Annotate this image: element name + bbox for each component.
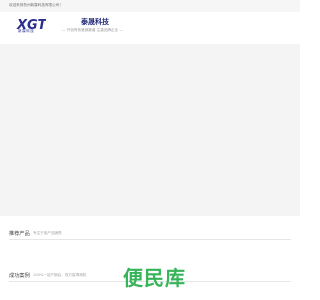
watermark-text: 便民库 (123, 266, 186, 290)
brand-name: 泰晟科技 (81, 18, 109, 26)
company-logo[interactable]: XGT (16, 16, 47, 38)
welcome-text: 欢迎来到杭州新霖科技有限公司！ (9, 3, 63, 7)
section-divider (9, 239, 291, 240)
logo-caption: 新霖科技 (18, 29, 35, 33)
products-section-subtitle: 专注于各产品销售 (33, 231, 62, 235)
products-section-title[interactable]: 推荐产品 (9, 230, 30, 237)
hero-banner (0, 44, 300, 216)
brand-slogan: — 开创有效营销渠道 注重品牌企业 — (62, 28, 123, 32)
cases-section-title[interactable]: 成功案例 (9, 272, 30, 279)
cases-section-subtitle: 100%一站产销后，双方赢得商机 (33, 273, 87, 277)
